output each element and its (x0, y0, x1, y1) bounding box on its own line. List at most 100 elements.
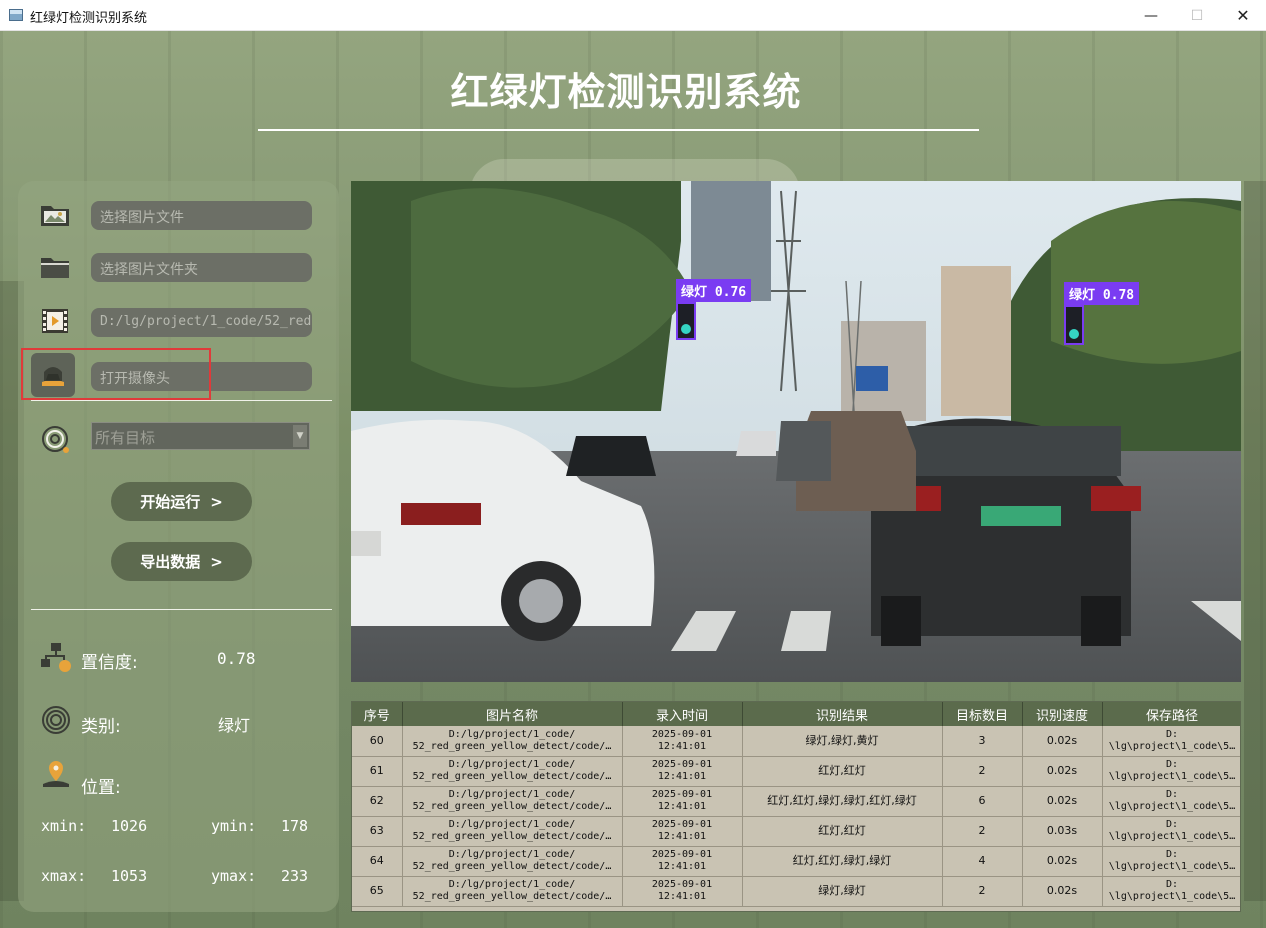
cell-result: 红灯,红灯,绿灯,绿灯,红灯,绿灯 (742, 786, 943, 817)
cell-clock: 12:41:01 (657, 801, 707, 812)
table-row[interactable]: 62 D:/lg/project/1_code/52_red_green_yel… (352, 786, 1240, 817)
table-row[interactable]: 60 D:/lg/project/1_code/52_red_green_yel… (352, 726, 1240, 757)
cell-speed: 0.03s (1022, 816, 1103, 847)
cell-date: 2025-09-01 (651, 819, 713, 830)
cell-time: 2025-09-01 12:41:01 (622, 846, 743, 877)
column-header-name[interactable]: 图片名称 (402, 702, 623, 726)
xmax-value: 1053 (111, 867, 148, 885)
cell-name-line: D:/lg/project/1_code/ (448, 819, 576, 830)
title-underline (258, 129, 979, 131)
chevron-right-icon: > (210, 492, 223, 511)
cell-name-line: 52_red_green_yellow_detect/code/… (412, 861, 612, 872)
column-header-count[interactable]: 目标数目 (942, 702, 1023, 726)
close-button[interactable]: ✕ (1220, 0, 1266, 31)
cell-count: 6 (942, 786, 1023, 817)
cell-name-line: 52_red_green_yellow_detect/code/… (412, 831, 612, 842)
camera-highlight-box (21, 348, 211, 400)
video-file-input[interactable]: D:/lg/project/1_code/52_red (91, 308, 312, 337)
divider (31, 400, 332, 401)
cell-id: 61 (352, 756, 403, 787)
cell-result: 红灯,红灯,绿灯,绿灯 (742, 846, 943, 877)
cell-id: 64 (352, 846, 403, 877)
cell-name-line: 52_red_green_yellow_detect/code/… (412, 740, 612, 752)
xmax-label: xmax: (41, 867, 87, 885)
table-header-row: 序号 图片名称 录入时间 识别结果 目标数目 识别速度 保存路径 (352, 702, 1240, 726)
cell-path: D: \lg\project\1_code\5… (1102, 816, 1240, 847)
column-header-time[interactable]: 录入时间 (622, 702, 743, 726)
image-folder-icon[interactable] (37, 200, 73, 230)
cell-name: D:/lg/project/1_code/52_red_green_yellow… (402, 756, 623, 787)
page-title: 红绿灯检测识别系统 (450, 70, 802, 114)
cell-time: 2025-09-01 12:41:01 (622, 816, 743, 847)
class-icon (38, 705, 74, 735)
maximize-button[interactable]: ☐ (1174, 0, 1220, 31)
cell-name: D:/lg/project/1_code/52_red_green_yellow… (402, 786, 623, 817)
video-file-icon[interactable] (37, 306, 73, 336)
cell-clock: 12:41:01 (657, 740, 707, 752)
ymax-value: 233 (281, 867, 309, 885)
table-row[interactable]: 61 D:/lg/project/1_code/52_red_green_yel… (352, 756, 1240, 787)
background-pillar (1244, 181, 1266, 901)
cell-name-line: 52_red_green_yellow_detect/code/… (412, 891, 612, 902)
confidence-value: 0.78 (217, 649, 256, 668)
ymin-label: ymin: (211, 817, 257, 835)
cell-path-line: D: (1165, 819, 1179, 830)
minimize-button[interactable]: — (1128, 0, 1174, 31)
window-title: 红绿灯检测识别系统 (30, 11, 148, 26)
street-scene-image (351, 181, 1241, 682)
cell-speed: 0.02s (1022, 726, 1103, 757)
results-table[interactable]: 序号 图片名称 录入时间 识别结果 目标数目 识别速度 保存路径 60 D:/l… (351, 701, 1241, 912)
cell-id: 60 (352, 726, 403, 757)
chevron-down-icon[interactable]: ▼ (293, 425, 307, 447)
cell-name-line: D:/lg/project/1_code/ (448, 789, 576, 800)
target-select-value: 所有目标 (95, 429, 156, 447)
cell-path-line: \lg\project\1_code\5… (1108, 861, 1236, 872)
ymax-label: ymax: (211, 867, 257, 885)
cell-path-line: D: (1165, 728, 1179, 740)
cell-name-line: D:/lg/project/1_code/ (448, 849, 576, 860)
cell-name: D:/lg/project/1_code/52_red_green_yellow… (402, 816, 623, 847)
column-header-path[interactable]: 保存路径 (1102, 702, 1240, 726)
cell-result: 红灯,红灯 (742, 756, 943, 787)
image-file-input[interactable]: 选择图片文件 (91, 201, 312, 230)
target-select[interactable]: 所有目标 ▼ (91, 422, 310, 450)
cell-path-line: \lg\project\1_code\5… (1108, 740, 1236, 752)
cell-date: 2025-09-01 (651, 789, 713, 800)
export-button-label: 导出数据 (140, 553, 201, 571)
class-value: 绿灯 (218, 716, 251, 735)
cell-count: 2 (942, 816, 1023, 847)
cell-path-line: \lg\project\1_code\5… (1108, 771, 1236, 782)
cell-path: D: \lg\project\1_code\5… (1102, 786, 1240, 817)
cell-path-line: D: (1165, 849, 1179, 860)
position-label: 位置: (81, 778, 121, 798)
column-header-id[interactable]: 序号 (352, 702, 403, 726)
detection-image-view: 绿灯 0.76 绿灯 0.78 (351, 181, 1241, 682)
confidence-icon (38, 642, 74, 672)
detection-label: 绿灯 0.76 (676, 279, 752, 302)
cell-speed: 0.02s (1022, 846, 1103, 877)
column-header-speed[interactable]: 识别速度 (1022, 702, 1103, 726)
cell-name-line: D:/lg/project/1_code/ (448, 759, 576, 770)
cell-path-line: D: (1165, 879, 1179, 890)
image-folder-input[interactable]: 选择图片文件夹 (91, 253, 312, 282)
column-header-result[interactable]: 识别结果 (742, 702, 943, 726)
cell-path: D: \lg\project\1_code\5… (1102, 876, 1240, 907)
table-row[interactable]: 65 D:/lg/project/1_code/52_red_green_yel… (352, 876, 1240, 907)
cell-clock: 12:41:01 (657, 891, 707, 902)
table-row[interactable]: 63 D:/lg/project/1_code/52_red_green_yel… (352, 816, 1240, 847)
cell-time: 2025-09-01 12:41:01 (622, 756, 743, 787)
cell-date: 2025-09-01 (651, 879, 713, 890)
chevron-right-icon: > (210, 552, 223, 571)
start-button[interactable]: 开始运行 > (111, 482, 252, 521)
cell-name-line: 52_red_green_yellow_detect/code/… (412, 801, 612, 812)
table-row[interactable]: 64 D:/lg/project/1_code/52_red_green_yel… (352, 846, 1240, 877)
cell-id: 65 (352, 876, 403, 907)
cell-path: D: \lg\project\1_code\5… (1102, 726, 1240, 757)
start-button-label: 开始运行 (140, 493, 201, 511)
confidence-label: 置信度: (81, 653, 138, 673)
cell-name-line: D:/lg/project/1_code/ (448, 879, 576, 890)
folder-icon[interactable] (37, 252, 73, 282)
cell-path-line: \lg\project\1_code\5… (1108, 891, 1236, 902)
export-button[interactable]: 导出数据 > (111, 542, 252, 581)
cell-speed: 0.02s (1022, 756, 1103, 787)
